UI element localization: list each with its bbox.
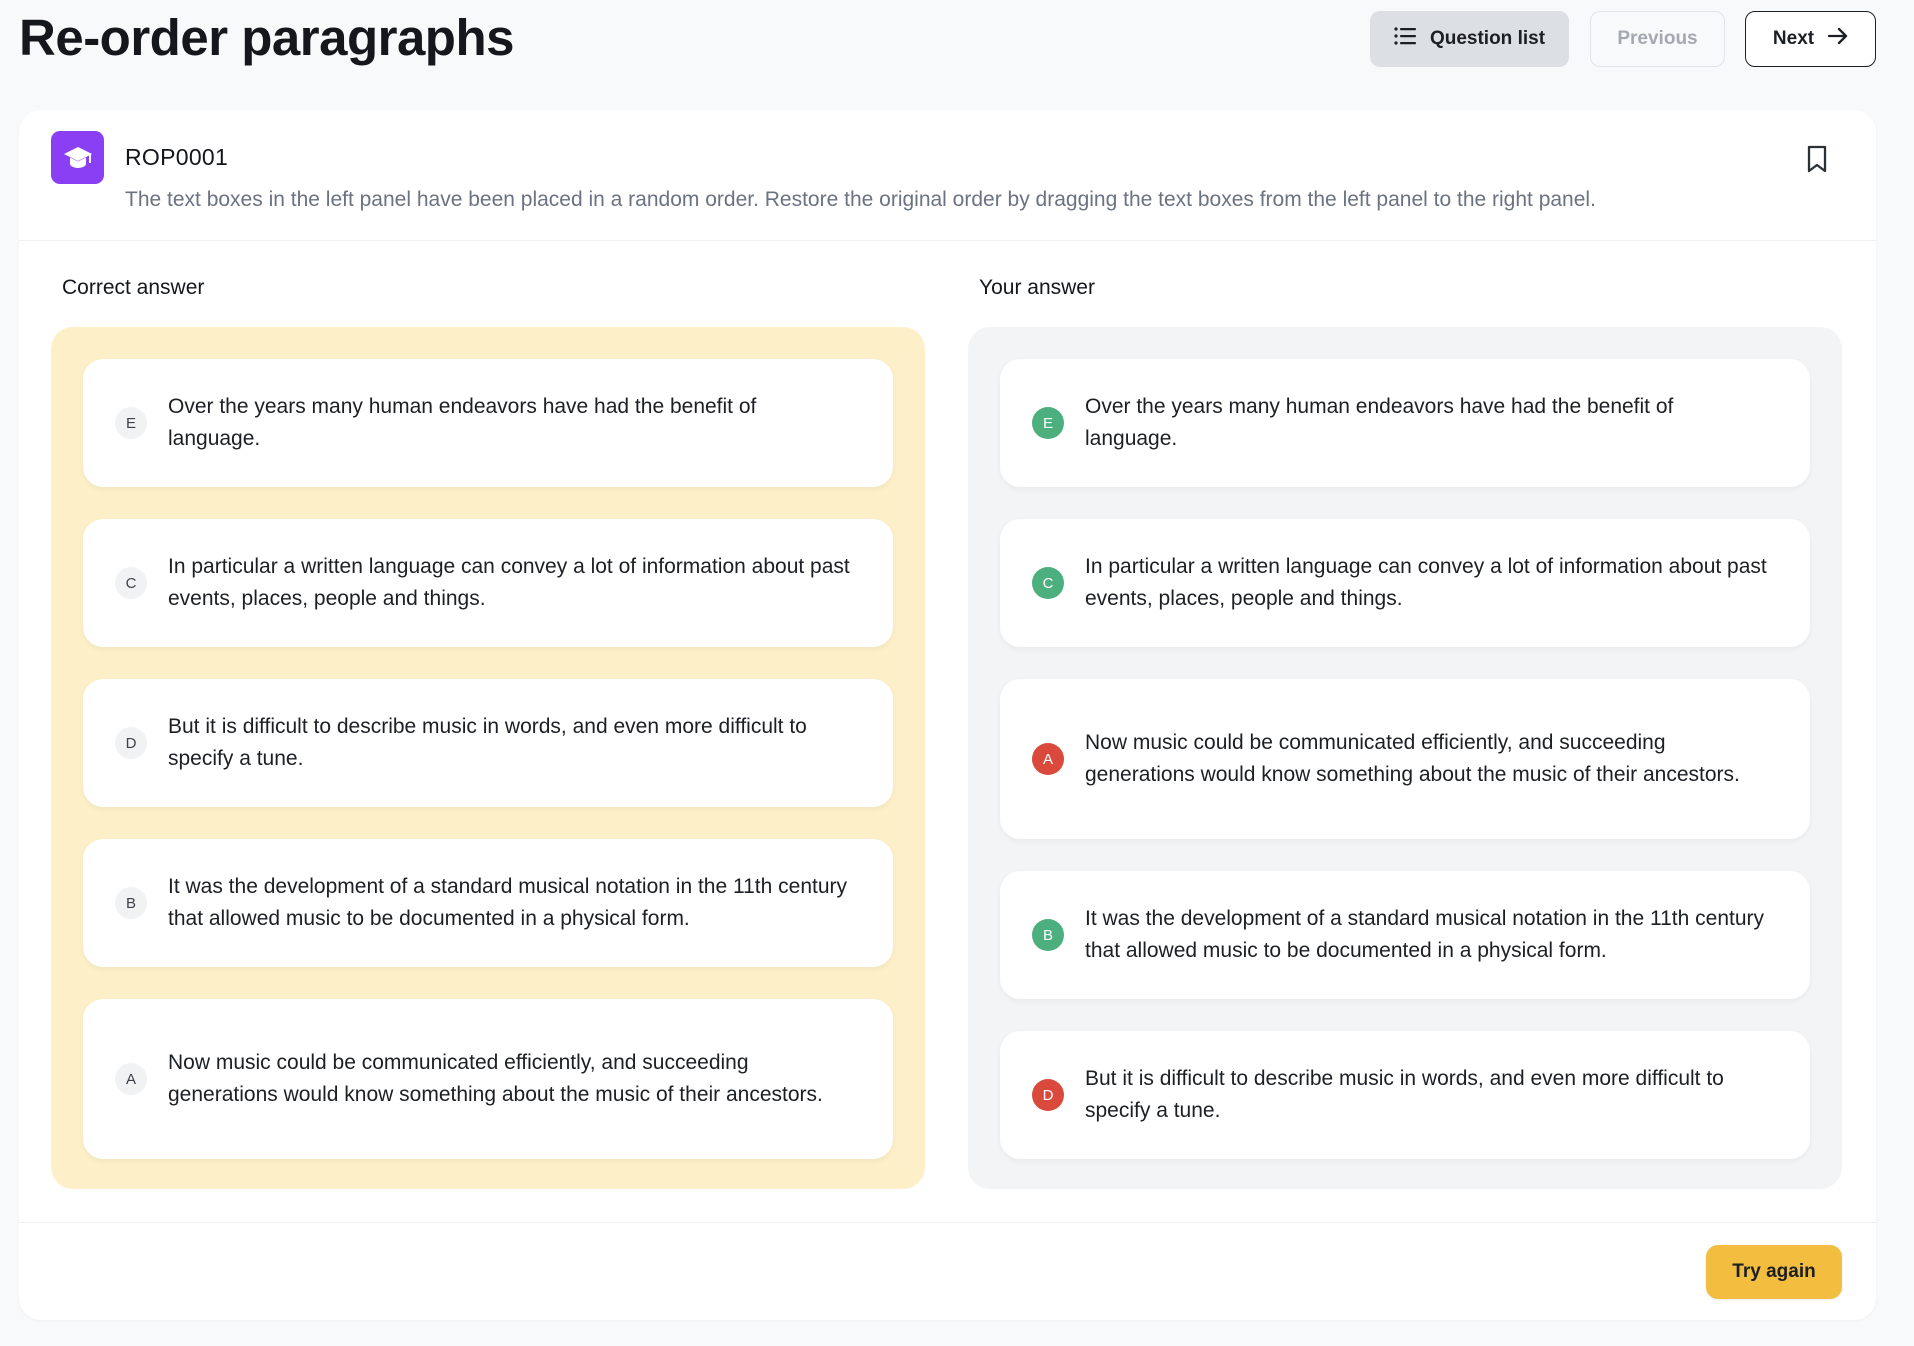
item-text: Now music could be communicated efficien… — [1085, 731, 1740, 786]
list-icon — [1394, 27, 1416, 51]
item-letter-badge: C — [115, 567, 147, 599]
answer-item[interactable]: B It was the development of a standard m… — [1000, 871, 1810, 999]
answer-item[interactable]: D But it is difficult to describe music … — [1000, 1031, 1810, 1159]
arrow-right-icon — [1827, 27, 1848, 51]
top-bar: Re-order paragraphs Question list Previo… — [0, 0, 1914, 96]
item-letter-badge: A — [115, 1063, 147, 1095]
item-letter-badge: B — [115, 887, 147, 919]
correct-item: A Now music could be communicated effici… — [83, 999, 893, 1159]
correct-item: C In particular a written language can c… — [83, 519, 893, 647]
graduation-cap-icon — [51, 131, 104, 184]
item-text: It was the development of a standard mus… — [168, 875, 848, 930]
correct-letter-badge: B — [1032, 919, 1064, 951]
incorrect-letter-badge: A — [1032, 743, 1064, 775]
question-card: ROP0001 The text boxes in the left panel… — [19, 110, 1876, 1320]
correct-item: D But it is difficult to describe music … — [83, 679, 893, 807]
footer-divider — [19, 1222, 1876, 1223]
your-answer-panel: E Over the years many human endeavors ha… — [968, 327, 1842, 1189]
correct-letter-badge: C — [1032, 567, 1064, 599]
page-title: Re-order paragraphs — [19, 9, 514, 66]
question-list-button[interactable]: Question list — [1370, 11, 1569, 67]
item-text: In particular a written language can con… — [1085, 555, 1767, 610]
answer-item[interactable]: A Now music could be communicated effici… — [1000, 679, 1810, 839]
question-list-label: Question list — [1429, 28, 1546, 49]
correct-item: B It was the development of a standard m… — [83, 839, 893, 967]
item-text: It was the development of a standard mus… — [1085, 907, 1765, 962]
your-answer-title: Your answer — [979, 276, 1095, 299]
item-text: In particular a written language can con… — [168, 555, 850, 610]
item-text: Over the years many human endeavors have… — [168, 395, 757, 450]
correct-item: E Over the years many human endeavors ha… — [83, 359, 893, 487]
correct-answer-title: Correct answer — [62, 276, 205, 299]
question-id: ROP0001 — [125, 144, 229, 170]
question-header: ROP0001 The text boxes in the left panel… — [19, 110, 1876, 241]
item-letter-badge: E — [115, 407, 147, 439]
item-text: Over the years many human endeavors have… — [1085, 395, 1674, 450]
item-letter-badge: D — [115, 727, 147, 759]
incorrect-letter-badge: D — [1032, 1079, 1064, 1111]
next-label: Next — [1772, 28, 1815, 49]
question-instructions: The text boxes in the left panel have be… — [125, 188, 1596, 211]
correct-answer-panel: E Over the years many human endeavors ha… — [51, 327, 925, 1189]
item-text: Now music could be communicated efficien… — [168, 1051, 823, 1106]
answer-item[interactable]: E Over the years many human endeavors ha… — [1000, 359, 1810, 487]
item-text: But it is difficult to describe music in… — [1085, 1067, 1724, 1122]
try-again-button[interactable]: Try again — [1706, 1245, 1842, 1299]
bookmark-icon[interactable] — [1804, 144, 1830, 174]
item-text: But it is difficult to describe music in… — [168, 715, 807, 770]
correct-letter-badge: E — [1032, 407, 1064, 439]
previous-button[interactable]: Previous — [1590, 11, 1725, 67]
next-button[interactable]: Next — [1745, 11, 1876, 67]
answer-item[interactable]: C In particular a written language can c… — [1000, 519, 1810, 647]
